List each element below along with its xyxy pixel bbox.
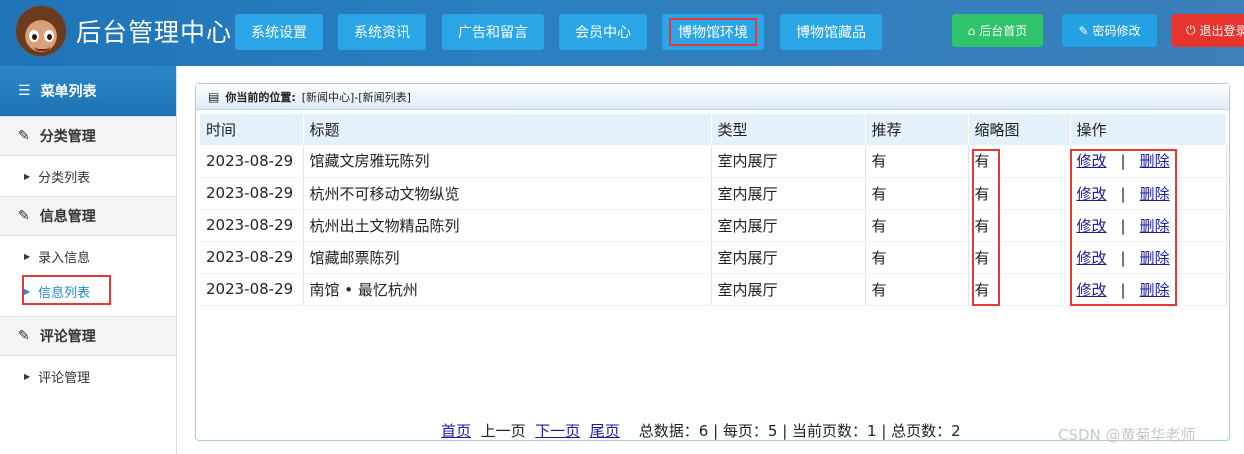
- window-icon: ▤: [208, 89, 220, 104]
- nav-system-news[interactable]: 系统资讯: [338, 14, 426, 50]
- cell-recommend: 有: [865, 177, 969, 210]
- table-header-row: 时间 标题 类型 推荐 缩略图 操作: [200, 114, 1227, 145]
- cell-date: 2023-08-29: [200, 273, 304, 306]
- caret-right-icon: ▶: [24, 251, 31, 261]
- nav-member-center[interactable]: 会员中心: [559, 14, 647, 50]
- sidebar-item-category-list[interactable]: ▶ 分类列表: [0, 156, 176, 196]
- caret-right-icon: ▶: [24, 371, 31, 381]
- edit-icon: ✎: [18, 208, 30, 224]
- sidebar-header: ☰ 菜单列表: [0, 66, 176, 116]
- cell-date: 2023-08-29: [200, 145, 304, 178]
- pager-prev: 上一页: [480, 422, 526, 440]
- highlight-box-actions: [1070, 149, 1177, 306]
- list-icon: ☰: [18, 83, 31, 99]
- nav-museum-environment[interactable]: 博物馆环境: [662, 14, 764, 50]
- col-header-thumbnail: 缩略图: [968, 114, 1071, 145]
- cell-title: 杭州不可移动文物纵览: [303, 177, 712, 210]
- cell-date: 2023-08-29: [200, 177, 304, 210]
- sidebar-group-comments[interactable]: ✎ 评论管理: [0, 316, 176, 356]
- logo-avatar: [14, 4, 68, 58]
- cell-recommend: 有: [865, 241, 969, 274]
- wrench-icon: ✎: [1078, 23, 1089, 38]
- edit-icon: ✎: [18, 128, 30, 144]
- highlight-box-info-list: [22, 275, 111, 305]
- cell-title: 馆藏文房雅玩陈列: [303, 145, 712, 178]
- sidebar: ☰ 菜单列表 ✎ 分类管理 ▶ 分类列表 ✎ 信息管理 ▶ 录入信息 ▶ 信息列表 ✎ 评论…: [0, 66, 177, 454]
- col-header-actions: 操作: [1070, 114, 1227, 145]
- cell-type: 室内展厅: [711, 209, 866, 242]
- sidebar-item-add-info[interactable]: ▶ 录入信息: [0, 236, 176, 276]
- cell-type: 室内展厅: [711, 241, 866, 274]
- pager-first[interactable]: 首页: [441, 422, 471, 440]
- pager-last[interactable]: 尾页: [590, 422, 620, 440]
- logout-button[interactable]: ⏻ 退出登录: [1172, 14, 1244, 47]
- sidebar-group-category[interactable]: ✎ 分类管理: [0, 116, 176, 156]
- cell-type: 室内展厅: [711, 273, 866, 306]
- cell-date: 2023-08-29: [200, 209, 304, 242]
- home-button[interactable]: ⌂ 后台首页: [952, 14, 1043, 47]
- top-header: 后台管理中心 系统设置 系统资讯 广告和留言 会员中心 博物馆环境 博物馆藏品 …: [0, 0, 1244, 66]
- col-header-type: 类型: [711, 114, 866, 145]
- col-header-recommend: 推荐: [865, 114, 969, 145]
- edit-icon: ✎: [18, 328, 30, 344]
- pager-summary: 总数据：6 | 每页：5 | 当前页数：1 | 总页数：2: [638, 422, 961, 440]
- cell-date: 2023-08-29: [200, 241, 304, 274]
- nav-ads-messages[interactable]: 广告和留言: [442, 14, 544, 50]
- col-header-title: 标题: [303, 114, 712, 145]
- power-icon: ⏻: [1186, 23, 1196, 37]
- cell-recommend: 有: [865, 145, 969, 178]
- sidebar-group-info[interactable]: ✎ 信息管理: [0, 196, 176, 236]
- cell-recommend: 有: [865, 209, 969, 242]
- nav-system-settings[interactable]: 系统设置: [235, 14, 323, 50]
- cell-type: 室内展厅: [711, 177, 866, 210]
- highlight-box-thumbnail: [972, 149, 1000, 306]
- col-header-time: 时间: [200, 114, 304, 145]
- breadcrumb: ▤ 你当前的位置: [新闻中心]-[新闻列表]: [196, 84, 1229, 110]
- app-title: 后台管理中心: [76, 18, 233, 47]
- cell-title: 杭州出土文物精品陈列: [303, 209, 712, 242]
- pager-next[interactable]: 下一页: [535, 422, 580, 440]
- cell-recommend: 有: [865, 273, 969, 306]
- change-password-button[interactable]: ✎ 密码修改: [1062, 14, 1157, 47]
- watermark: CSDN @黄菊华老师: [1058, 426, 1196, 444]
- sidebar-item-comments[interactable]: ▶ 评论管理: [0, 356, 176, 396]
- home-icon: ⌂: [967, 23, 976, 38]
- cell-type: 室内展厅: [711, 145, 866, 178]
- nav-museum-collection[interactable]: 博物馆藏品: [780, 14, 882, 50]
- caret-right-icon: ▶: [24, 171, 31, 181]
- cell-title: 馆藏邮票陈列: [303, 241, 712, 274]
- pagination: 首页 上一页 下一页 尾页 总数据：6 | 每页：5 | 当前页数：1 | 总页…: [441, 420, 961, 441]
- cell-title: 南馆 • 最忆杭州: [303, 273, 712, 306]
